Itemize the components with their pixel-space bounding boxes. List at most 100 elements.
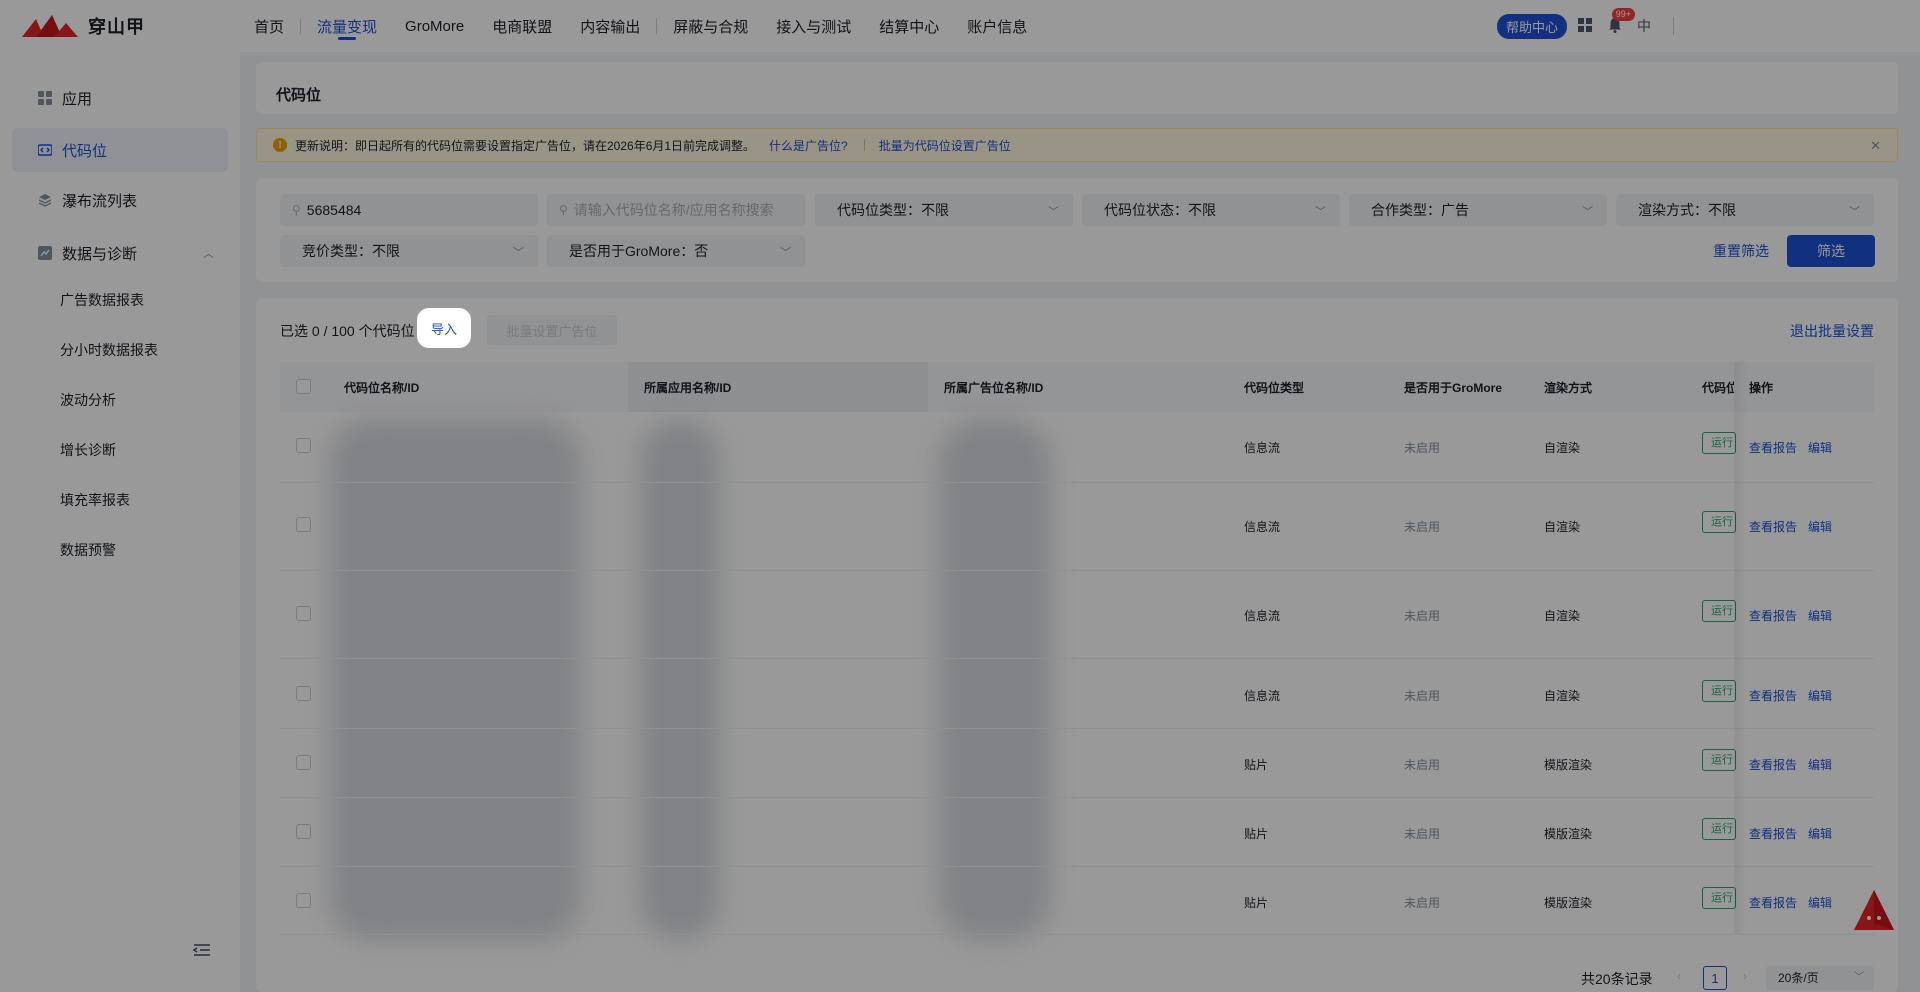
- sidebar-sub-growth-diagnosis[interactable]: 增长诊断: [60, 439, 116, 461]
- render-mode-select[interactable]: 渲染方式：不限 ﹀: [1616, 194, 1874, 226]
- sidebar-item-apps[interactable]: 应用: [12, 76, 228, 120]
- row-slot-type: 信息流: [1244, 609, 1281, 623]
- edit-link[interactable]: 编辑: [1808, 687, 1832, 704]
- top-nav: 首页 流量变现 GroMore 电商联盟 内容输出 屏蔽与合规 接入与测试 结算…: [240, 0, 1041, 52]
- row-checkbox[interactable]: [296, 438, 311, 453]
- nav-traffic-monetization[interactable]: 流量变现: [303, 0, 391, 52]
- render-mode-value: 渲染方式：不限: [1638, 202, 1736, 218]
- page-size-select[interactable]: 20条/页 ﹀: [1766, 966, 1874, 990]
- col-ad-position: 所属广告位名称/ID: [944, 381, 1044, 395]
- nav-divider: [656, 18, 658, 34]
- page-title-card: 代码位: [256, 62, 1898, 114]
- coop-type-value: 合作类型：广告: [1371, 202, 1469, 218]
- row-checkbox[interactable]: [296, 755, 311, 770]
- view-report-link[interactable]: 查看报告: [1749, 825, 1797, 842]
- row-checkbox[interactable]: [296, 824, 311, 839]
- view-report-link[interactable]: 查看报告: [1749, 894, 1797, 911]
- warning-icon: !: [273, 138, 287, 152]
- chevron-left-icon[interactable]: ‹: [1677, 969, 1681, 983]
- pagination-page-current[interactable]: 1: [1703, 966, 1727, 990]
- edit-link[interactable]: 编辑: [1808, 825, 1832, 842]
- nav-content-output[interactable]: 内容输出: [566, 0, 654, 52]
- sidebar-sub-fill-rate[interactable]: 填充率报表: [60, 489, 130, 511]
- search-placeholder: 请输入代码位名称/应用名称搜索: [573, 202, 774, 218]
- apps-grid-icon[interactable]: [1577, 17, 1593, 36]
- collapse-menu-icon[interactable]: [192, 942, 212, 958]
- view-report-link[interactable]: 查看报告: [1749, 607, 1797, 624]
- row-divider: [280, 658, 1874, 659]
- nav-shield-compliance[interactable]: 屏蔽与合规: [659, 0, 762, 52]
- notice-divider: [863, 139, 865, 151]
- edit-link[interactable]: 编辑: [1808, 518, 1832, 535]
- nav-access-testing[interactable]: 接入与测试: [762, 0, 865, 52]
- row-checkbox[interactable]: [296, 893, 311, 908]
- sidebar-item-ad-slots[interactable]: 代码位: [12, 128, 228, 172]
- update-notice: ! 更新说明：即日起所有的代码位需要设置指定广告位，请在2026年6月1日前完成…: [256, 128, 1898, 162]
- row-gromore: 未启用: [1404, 827, 1441, 841]
- slot-type-select[interactable]: 代码位类型：不限 ﹀: [815, 194, 1073, 226]
- batch-set-ad-position-link[interactable]: 批量为代码位设置广告位: [879, 137, 1011, 154]
- bell-icon[interactable]: 99+: [1607, 7, 1635, 36]
- import-button[interactable]: 导入: [417, 308, 471, 348]
- view-report-link[interactable]: 查看报告: [1749, 518, 1797, 535]
- view-report-link[interactable]: 查看报告: [1749, 687, 1797, 704]
- chevron-right-icon[interactable]: ›: [1743, 969, 1747, 983]
- logo[interactable]: 穿山甲: [22, 13, 212, 39]
- sidebar-item-label: 数据与诊断: [62, 245, 138, 263]
- help-center-button[interactable]: 帮助中心: [1496, 13, 1567, 39]
- nav-account[interactable]: 账户信息: [953, 0, 1041, 52]
- slot-type-value: 代码位类型：不限: [837, 202, 949, 218]
- row-checkbox[interactable]: [296, 686, 311, 701]
- name-search-input[interactable]: ⚲ 请输入代码位名称/应用名称搜索: [547, 194, 805, 226]
- nav-ecommerce[interactable]: 电商联盟: [478, 0, 566, 52]
- nav-settlement[interactable]: 结算中心: [865, 0, 953, 52]
- sidebar-item-data-diagnosis[interactable]: 数据与诊断 ︿: [12, 231, 228, 275]
- col-render: 渲染方式: [1544, 381, 1593, 395]
- selected-count: 已选 0 / 100 个代码位: [280, 323, 415, 339]
- batch-set-ad-position-button[interactable]: 批量设置广告位: [487, 315, 617, 345]
- chevron-down-icon: ﹀: [513, 247, 524, 259]
- view-report-link[interactable]: 查看报告: [1749, 756, 1797, 773]
- row-gromore: 未启用: [1404, 609, 1441, 623]
- edit-link[interactable]: 编辑: [1808, 894, 1832, 911]
- edit-link[interactable]: 编辑: [1808, 607, 1832, 624]
- sidebar-sub-hourly-report[interactable]: 分小时数据报表: [60, 339, 158, 361]
- reset-filter-button[interactable]: 重置筛选: [1713, 241, 1769, 261]
- gromore-select[interactable]: 是否用于GroMore：否 ﹀: [547, 235, 805, 267]
- edit-link[interactable]: 编辑: [1808, 439, 1832, 456]
- redacted-ad-positions: [940, 420, 1050, 940]
- notice-text: 更新说明：即日起所有的代码位需要设置指定广告位，请在2026年6月1日前完成调整…: [295, 138, 756, 153]
- sidebar-item-waterfall[interactable]: 瀑布流列表: [12, 178, 228, 222]
- chevron-down-icon: ﹀: [1048, 206, 1059, 218]
- bid-type-value: 竞价类型：不限: [302, 243, 400, 259]
- pagination-total: 共20条记录: [1581, 971, 1653, 987]
- row-gromore: 未启用: [1404, 689, 1441, 703]
- view-report-link[interactable]: 查看报告: [1749, 439, 1797, 456]
- select-all-checkbox[interactable]: [296, 379, 311, 394]
- nav-gromore[interactable]: GroMore: [391, 0, 478, 52]
- what-is-ad-position-link[interactable]: 什么是广告位?: [769, 137, 848, 154]
- edit-link[interactable]: 编辑: [1808, 756, 1832, 773]
- code-slot-icon: [38, 144, 52, 156]
- sidebar-sub-ad-report[interactable]: 广告数据报表: [60, 289, 144, 311]
- close-icon[interactable]: ✕: [1870, 138, 1881, 154]
- assistant-mascot-icon[interactable]: [1852, 888, 1896, 934]
- status-badge: 运行中: [1702, 680, 1736, 702]
- language-switch[interactable]: 中: [1637, 16, 1651, 36]
- coop-type-select[interactable]: 合作类型：广告 ﹀: [1349, 194, 1607, 226]
- sidebar-sub-data-alert[interactable]: 数据预警: [60, 539, 116, 561]
- exit-batch-button[interactable]: 退出批量设置: [1790, 321, 1874, 341]
- row-divider: [280, 866, 1874, 867]
- status-badge: 运行中: [1702, 511, 1736, 533]
- filter-button[interactable]: 筛选: [1787, 235, 1875, 267]
- bid-type-select[interactable]: 竞价类型：不限 ﹀: [280, 235, 538, 267]
- row-checkbox[interactable]: [296, 606, 311, 621]
- nav-home[interactable]: 首页: [240, 0, 298, 52]
- sidebar-sub-fluctuation[interactable]: 波动分析: [60, 389, 116, 411]
- col-app-name: 所属应用名称/ID: [644, 381, 732, 395]
- row-checkbox[interactable]: [296, 517, 311, 532]
- slot-status-select[interactable]: 代码位状态：不限 ﹀: [1082, 194, 1340, 226]
- header-actions: 帮助中心 99+ 中: [1496, 0, 1920, 52]
- search-input[interactable]: ⚲ 5685484: [280, 194, 538, 226]
- status-badge: 运行中: [1702, 600, 1736, 622]
